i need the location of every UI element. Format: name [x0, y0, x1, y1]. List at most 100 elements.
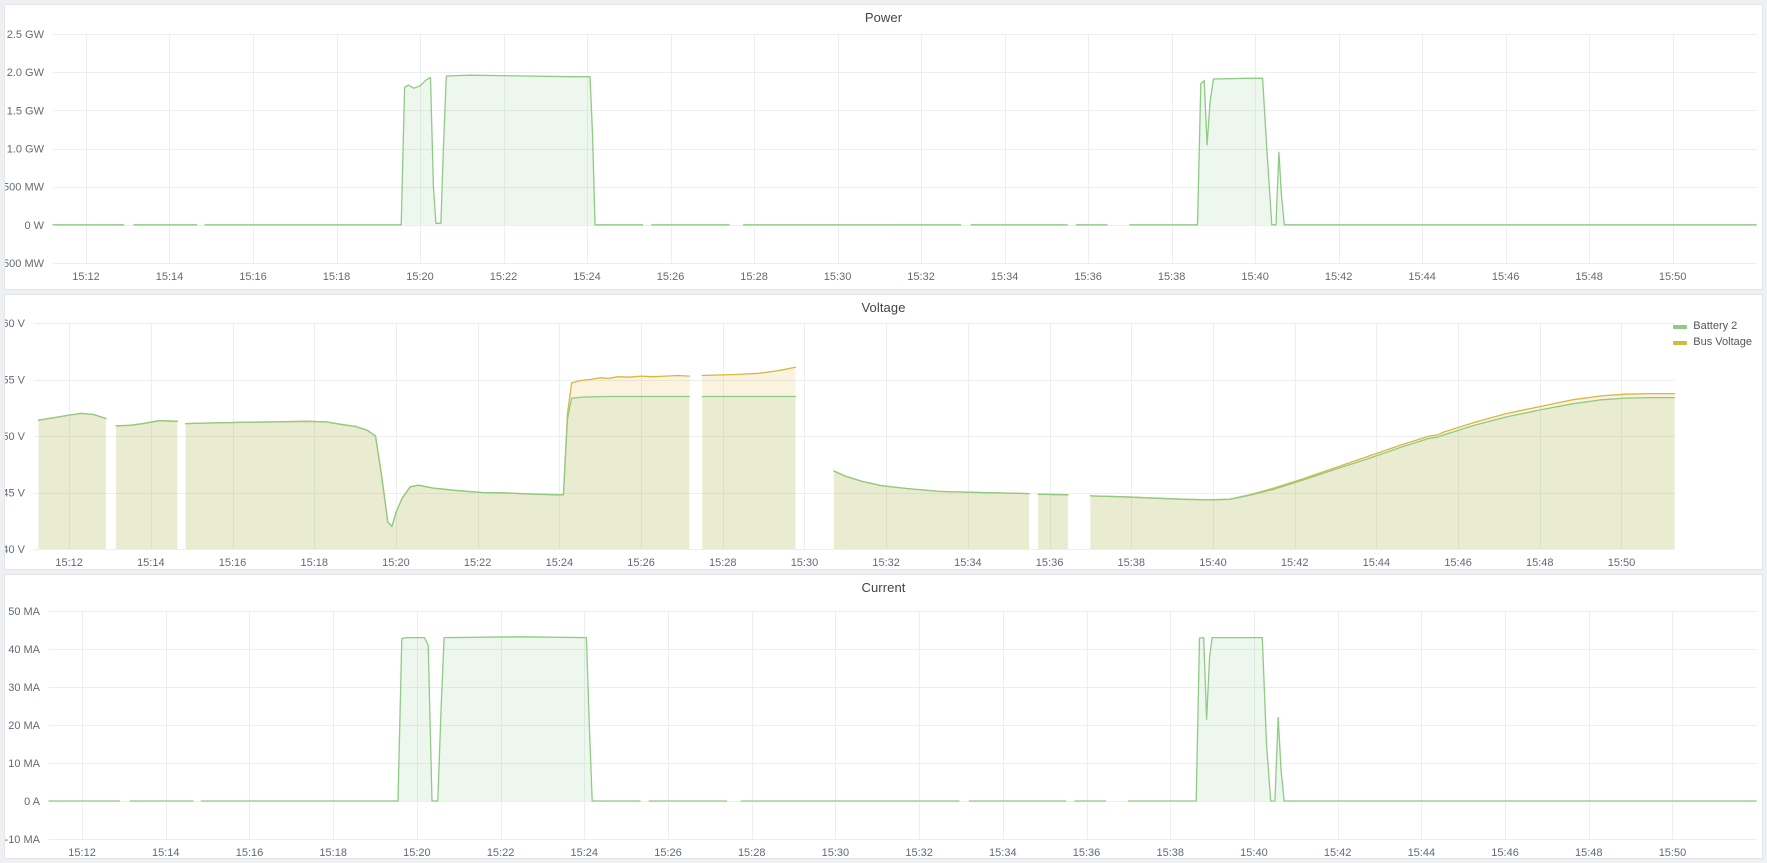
x-tick-label: 15:28: [738, 847, 766, 859]
series-area: [201, 637, 640, 801]
current-chart[interactable]: 50 MA40 MA30 MA20 MA10 MA0 A-10 MA15:121…: [5, 575, 1763, 859]
x-tick-label: 15:24: [546, 557, 574, 569]
x-tick-label: 15:36: [1074, 271, 1102, 283]
x-tick-label: 15:50: [1659, 271, 1687, 283]
x-tick-label: 15:38: [1118, 557, 1146, 569]
legend-item-battery-2[interactable]: Battery 2: [1673, 320, 1737, 333]
x-tick-label: 15:20: [382, 557, 410, 569]
y-tick-label: 50 V: [5, 431, 26, 443]
x-tick-label: 15:14: [152, 847, 180, 859]
x-tick-label: 15:24: [573, 271, 601, 283]
y-tick-label: 40 MA: [8, 644, 40, 656]
x-tick-label: 15:34: [989, 847, 1017, 859]
power-panel-title[interactable]: Power: [5, 10, 1762, 25]
x-tick-label: 15:36: [1036, 557, 1064, 569]
x-tick-label: 15:32: [907, 271, 935, 283]
series-area: [186, 397, 690, 550]
x-tick-label: 15:40: [1199, 557, 1227, 569]
x-tick-label: 15:26: [657, 271, 685, 283]
x-tick-label: 15:48: [1575, 271, 1603, 283]
x-tick-label: 15:32: [905, 847, 933, 859]
x-tick-label: 15:22: [464, 557, 492, 569]
x-tick-label: 15:48: [1526, 557, 1554, 569]
x-tick-label: 15:18: [323, 271, 351, 283]
x-tick-label: 15:16: [219, 557, 247, 569]
x-tick-label: 15:22: [487, 847, 515, 859]
y-tick-label: 1.0 GW: [7, 144, 45, 156]
x-tick-label: 15:26: [654, 847, 682, 859]
power-panel: Power 2.5 GW 2.0 GW 1.5 GW 1.0 GW 500 MW 0 W -…: [4, 4, 1763, 290]
x-tick-label: 15:46: [1492, 271, 1520, 283]
voltage-panel: Voltage 60 V55 V50 V45 V40 V15:1215:1415…: [4, 294, 1763, 570]
x-tick-label: 15:30: [791, 557, 819, 569]
x-tick-label: 15:30: [822, 847, 850, 859]
legend-color-swatch: [1673, 341, 1687, 345]
x-tick-label: 15:24: [571, 847, 599, 859]
x-tick-label: 15:26: [627, 557, 655, 569]
legend-item-bus-voltage[interactable]: Bus Voltage: [1673, 336, 1752, 349]
x-tick-label: 15:42: [1281, 557, 1309, 569]
x-tick-label: 15:46: [1444, 557, 1472, 569]
dashboard: Power 2.5 GW 2.0 GW 1.5 GW 1.0 GW 500 MW 0 W -…: [0, 0, 1767, 863]
x-tick-label: 15:50: [1608, 557, 1636, 569]
x-tick-label: 15:28: [740, 271, 768, 283]
x-tick-label: 15:36: [1073, 847, 1101, 859]
legend-label: Battery 2: [1693, 320, 1737, 333]
x-tick-label: 15:50: [1659, 847, 1687, 859]
current-panel: Current 50 MA40 MA30 MA20 MA10 MA0 A-10 …: [4, 574, 1763, 859]
x-tick-label: 15:20: [406, 271, 434, 283]
legend-label: Bus Voltage: [1693, 336, 1752, 349]
x-tick-label: 15:18: [319, 847, 347, 859]
series-area: [1128, 638, 1756, 801]
power-chart[interactable]: 2.5 GW 2.0 GW 1.5 GW 1.0 GW 500 MW 0 W -500 MW…: [5, 5, 1763, 290]
x-tick-label: 15:12: [68, 847, 96, 859]
x-tick-label: 15:12: [72, 271, 100, 283]
y-tick-label: 45 V: [5, 488, 26, 500]
x-tick-label: 15:44: [1408, 271, 1436, 283]
series-area: [39, 413, 106, 549]
y-tick-label: 500 MW: [5, 182, 45, 194]
series-area: [1130, 78, 1756, 225]
x-tick-label: 15:12: [55, 557, 83, 569]
y-tick-label: 40 V: [5, 544, 26, 556]
voltage-panel-title[interactable]: Voltage: [5, 300, 1762, 315]
x-tick-label: 15:34: [991, 271, 1019, 283]
x-tick-label: 15:16: [239, 271, 267, 283]
x-tick-label: 15:40: [1241, 271, 1269, 283]
series-area: [1038, 494, 1068, 549]
x-tick-label: 15:48: [1575, 847, 1603, 859]
x-tick-label: 15:28: [709, 557, 737, 569]
x-tick-label: 15:38: [1158, 271, 1186, 283]
x-tick-label: 15:18: [300, 557, 328, 569]
y-tick-label: 1.5 GW: [7, 105, 45, 117]
y-tick-label: 55 V: [5, 375, 26, 387]
x-tick-label: 15:22: [490, 271, 518, 283]
x-tick-label: 15:44: [1363, 557, 1391, 569]
x-tick-label: 15:42: [1324, 847, 1352, 859]
series-line: [1038, 494, 1068, 495]
y-tick-label: 2.5 GW: [7, 29, 45, 41]
x-tick-label: 15:32: [872, 557, 900, 569]
y-tick-label: -10 MA: [5, 834, 41, 846]
series-area: [702, 397, 795, 550]
x-tick-label: 15:46: [1491, 847, 1519, 859]
y-tick-label: 30 MA: [8, 682, 40, 694]
x-tick-label: 15:40: [1240, 847, 1268, 859]
x-tick-label: 15:14: [156, 271, 184, 283]
y-tick-label: 50 MA: [8, 606, 40, 618]
series-area: [834, 471, 1029, 549]
x-tick-label: 15:42: [1325, 271, 1353, 283]
voltage-legend: Battery 2 Bus Voltage: [1673, 320, 1752, 349]
y-tick-label: -500 MW: [5, 258, 45, 270]
y-tick-label: 0 A: [24, 796, 41, 808]
x-tick-label: 15:30: [824, 271, 852, 283]
y-tick-label: 60 V: [5, 318, 26, 330]
y-tick-label: 20 MA: [8, 720, 40, 732]
current-panel-title[interactable]: Current: [5, 580, 1762, 595]
x-tick-label: 15:34: [954, 557, 982, 569]
x-tick-label: 15:38: [1156, 847, 1184, 859]
series-area: [1090, 398, 1674, 549]
voltage-chart[interactable]: 60 V55 V50 V45 V40 V15:1215:1415:1615:18…: [5, 295, 1763, 570]
y-tick-label: 0 W: [24, 220, 44, 232]
y-tick-label: 2.0 GW: [7, 67, 45, 79]
